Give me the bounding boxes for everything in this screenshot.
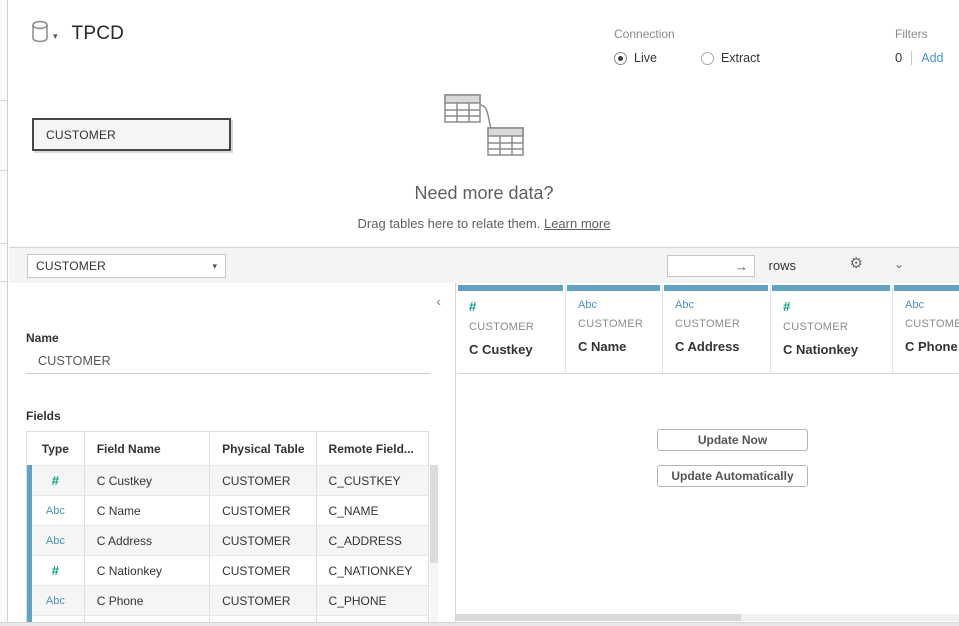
number-type-icon[interactable]: # [52, 563, 59, 578]
data-preview-grid: # CUSTOMER C Custkey Abc CUSTOMER C Name… [456, 283, 959, 626]
datasource-header: ▾ TPCD [30, 20, 124, 47]
connection-group: Connection Live Extract [614, 27, 760, 65]
filters-group: Filters 0 Add [895, 27, 943, 65]
grid-column-header[interactable]: Abc CUSTOMER C Phone [893, 285, 959, 373]
string-type-icon[interactable]: Abc [46, 505, 65, 517]
selection-accent-bar [27, 465, 32, 622]
number-type-icon: # [469, 299, 565, 314]
filters-label: Filters [895, 27, 943, 41]
filters-add-link[interactable]: Add [921, 51, 943, 65]
learn-more-link[interactable]: Learn more [544, 216, 610, 231]
string-type-icon: Abc [675, 299, 770, 311]
string-type-icon[interactable]: Abc [46, 535, 65, 547]
column-accent-bar [458, 285, 563, 291]
empty-state: Need more data? Drag tables here to rela… [9, 92, 959, 231]
select-caret-icon: ▾ [212, 261, 217, 272]
tableau-datasource-page: ▾ TPCD Connection Live Extract Filters 0 [0, 0, 959, 626]
table-row[interactable]: Abc C Name CUSTOMER C_NAME [27, 495, 428, 525]
rows-count-input[interactable]: → [667, 255, 755, 277]
grid-column-header[interactable]: # CUSTOMER C Nationkey [771, 285, 893, 373]
update-automatically-button[interactable]: Update Automatically [657, 465, 808, 487]
gear-icon[interactable]: ⚙ [850, 256, 863, 271]
pane-tick [0, 100, 8, 101]
fields-label: Fields [26, 409, 61, 423]
table-details-panel: ‹ Name CUSTOMER Fields Type Field Name P… [9, 283, 455, 626]
datasource-canvas: ▾ TPCD Connection Live Extract Filters 0 [9, 0, 959, 247]
number-type-icon: # [783, 299, 892, 314]
column-accent-bar [664, 285, 768, 291]
col-header-type[interactable]: Type [27, 432, 85, 465]
bottom-area: ‹ Name CUSTOMER Fields Type Field Name P… [9, 283, 959, 626]
grid-column-header[interactable]: # CUSTOMER C Custkey [457, 285, 566, 373]
col-header-field-name[interactable]: Field Name [85, 432, 210, 465]
table-row[interactable]: # C Nationkey CUSTOMER C_NATIONKEY [27, 555, 428, 585]
grid-toolbar: CUSTOMER ▾ → rows ⚙ ⌄ [9, 247, 959, 283]
column-accent-bar [567, 285, 660, 291]
connection-label: Connection [614, 27, 760, 41]
name-label: Name [26, 331, 59, 345]
filters-divider [911, 51, 912, 65]
grid-horizontal-scrollbar[interactable] [456, 614, 959, 621]
table-name-input[interactable]: CUSTOMER [26, 349, 430, 374]
radio-live[interactable]: Live [614, 51, 657, 65]
fields-table-scrollbar[interactable] [430, 465, 438, 626]
radio-extract-circle[interactable] [701, 52, 714, 65]
string-type-icon: Abc [905, 299, 959, 311]
database-icon[interactable] [30, 20, 50, 47]
scrollbar-thumb[interactable] [430, 465, 438, 563]
radio-live-circle[interactable] [614, 52, 627, 65]
chevron-down-icon[interactable]: ⌄ [894, 257, 904, 271]
table-row[interactable]: Abc C Address CUSTOMER C_ADDRESS [27, 525, 428, 555]
empty-state-subtitle: Drag tables here to relate them. Learn m… [9, 216, 959, 231]
number-type-icon[interactable]: # [52, 473, 59, 488]
empty-state-title: Need more data? [9, 183, 959, 204]
datasource-title[interactable]: TPCD [72, 23, 125, 45]
table-row[interactable]: Abc C Phone CUSTOMER C_PHONE [27, 585, 428, 615]
table-select-dropdown[interactable]: CUSTOMER ▾ [27, 254, 226, 278]
filters-count: 0 [895, 50, 902, 65]
collapsed-left-pane[interactable] [0, 0, 8, 626]
table-row[interactable]: # C Custkey CUSTOMER C_CUSTKEY [27, 465, 428, 495]
relate-tables-icon [436, 92, 532, 163]
string-type-icon: Abc [578, 299, 662, 311]
fields-table: Type Field Name Physical Table Remote Fi… [26, 431, 429, 626]
column-accent-bar [894, 285, 959, 291]
grid-column-header[interactable]: Abc CUSTOMER C Address [663, 285, 771, 373]
rows-label: rows [769, 258, 796, 273]
radio-extract[interactable]: Extract [701, 51, 760, 65]
string-type-icon[interactable]: Abc [46, 595, 65, 607]
database-caret-icon[interactable]: ▾ [53, 31, 58, 42]
pane-tick [0, 281, 8, 282]
column-accent-bar [772, 285, 890, 291]
col-header-physical-table[interactable]: Physical Table [210, 432, 316, 465]
pane-tick [0, 243, 8, 244]
grid-header-row: # CUSTOMER C Custkey Abc CUSTOMER C Name… [457, 285, 959, 374]
col-header-remote-field[interactable]: Remote Field... [317, 432, 428, 465]
scrollbar-thumb[interactable] [456, 614, 741, 621]
collapse-panel-icon[interactable]: ‹ [436, 293, 441, 309]
arrow-right-icon[interactable]: → [735, 259, 748, 274]
fields-table-header: Type Field Name Physical Table Remote Fi… [27, 432, 428, 465]
window-bottom-edge [0, 622, 959, 626]
pane-tick [0, 170, 8, 171]
update-now-button[interactable]: Update Now [657, 429, 808, 451]
grid-column-header[interactable]: Abc CUSTOMER C Name [566, 285, 663, 373]
